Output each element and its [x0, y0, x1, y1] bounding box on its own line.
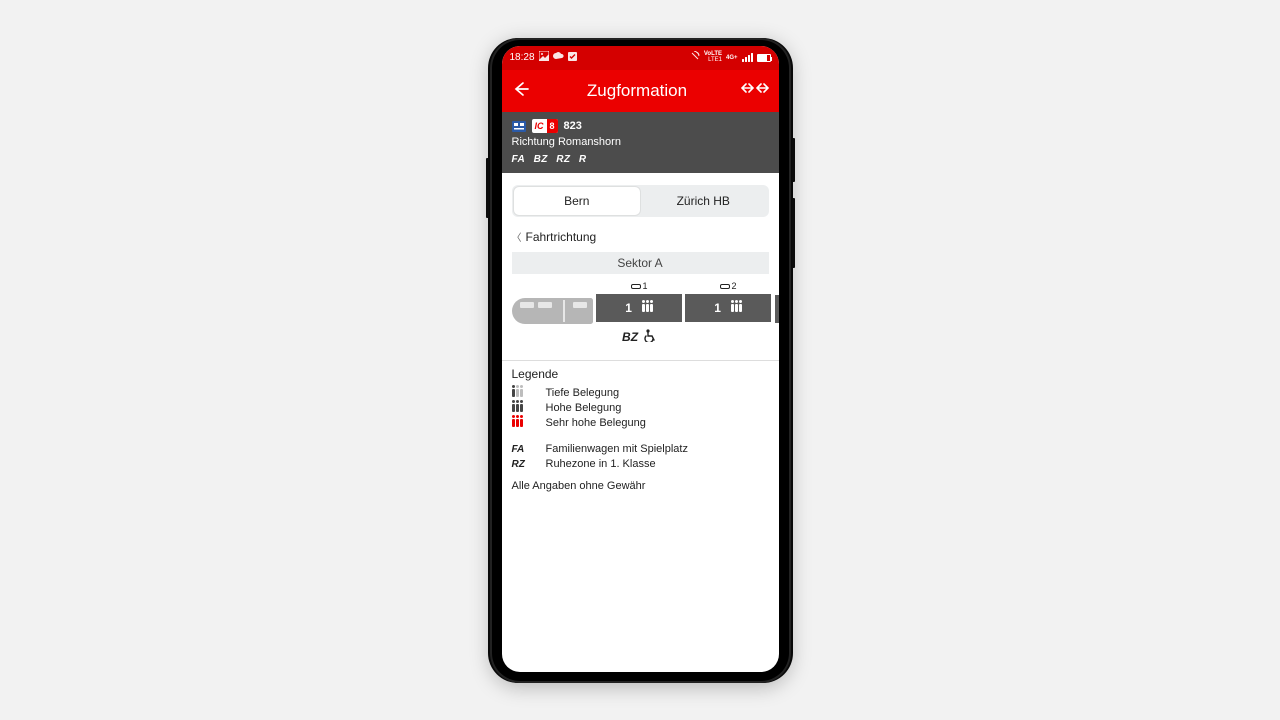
battery-icon	[757, 54, 771, 62]
signal-icon	[742, 53, 753, 62]
arrow-left-icon	[512, 80, 530, 98]
back-button[interactable]	[512, 80, 534, 101]
car-1[interactable]: 1 1 BZ	[597, 280, 682, 346]
check-box-icon	[568, 52, 577, 64]
tab-zurich-hb[interactable]: Zürich HB	[640, 187, 767, 215]
car-2[interactable]: 2 1	[686, 280, 771, 346]
car-class: 1	[714, 301, 721, 315]
car-formation[interactable]: 1 1 BZ 2 1	[502, 274, 779, 350]
people-high-icon	[512, 404, 523, 412]
legend-low-occupancy: Tiefe Belegung	[512, 387, 769, 399]
people-low-icon	[512, 389, 523, 397]
low-floor-icon	[631, 284, 641, 289]
station-selector: Bern Zürich HB	[512, 185, 769, 217]
car-class: 1	[625, 301, 632, 315]
app-bar-title: Zugformation	[534, 81, 741, 101]
divider	[502, 360, 779, 361]
people-very-high-icon	[512, 419, 523, 427]
train-direction: Richtung Romanshorn	[512, 135, 769, 150]
sector-header: Sektor A	[512, 252, 769, 274]
direction-of-travel: 〈 Fahrtrichtung	[502, 225, 779, 252]
occupancy-icon	[642, 304, 653, 312]
status-time: 18:28	[510, 52, 535, 63]
low-floor-icon	[720, 284, 730, 289]
train-info-panel: IC 8 823 Richtung Romanshorn FA BZ RZ R	[502, 112, 779, 174]
phone-screen: 18:28 VoLTE LTE1 4G+	[502, 46, 779, 672]
app-bar: Zugformation	[502, 70, 779, 112]
tab-bern[interactable]: Bern	[514, 187, 641, 215]
train-icon	[512, 121, 526, 132]
car-feature-bz: BZ	[622, 330, 638, 344]
android-status-bar: 18:28 VoLTE LTE1 4G+	[502, 46, 779, 70]
vibrate-icon	[690, 51, 700, 64]
occupancy-icon	[731, 304, 742, 312]
legend: Legende Tiefe Belegung Hohe Belegung Seh…	[502, 367, 779, 500]
chevron-left-icon: 〈	[512, 229, 522, 244]
network-type: VoLTE LTE1	[704, 52, 722, 63]
train-number: 823	[564, 119, 582, 134]
legend-disclaimer: Alle Angaben ohne Gewähr	[512, 480, 769, 492]
wheelchair-icon	[644, 329, 656, 345]
network-speed: 4G+	[726, 55, 738, 61]
train-category-badge: IC 8	[532, 119, 558, 133]
sbb-logo-icon	[741, 81, 769, 100]
legend-title: Legende	[512, 367, 769, 381]
train-features: FA BZ RZ R	[512, 153, 769, 167]
legend-high-occupancy: Hohe Belegung	[512, 402, 769, 414]
car-peek	[775, 295, 779, 323]
cloud-icon	[553, 52, 564, 63]
legend-rz: RZ Ruhezone in 1. Klasse	[512, 458, 769, 470]
image-indicator-icon	[539, 51, 549, 64]
legend-fa: FA Familienwagen mit Spielplatz	[512, 443, 769, 455]
phone-frame: 18:28 VoLTE LTE1 4G+	[490, 38, 791, 683]
locomotive-icon	[512, 298, 593, 324]
legend-very-high-occupancy: Sehr hohe Belegung	[512, 417, 769, 429]
